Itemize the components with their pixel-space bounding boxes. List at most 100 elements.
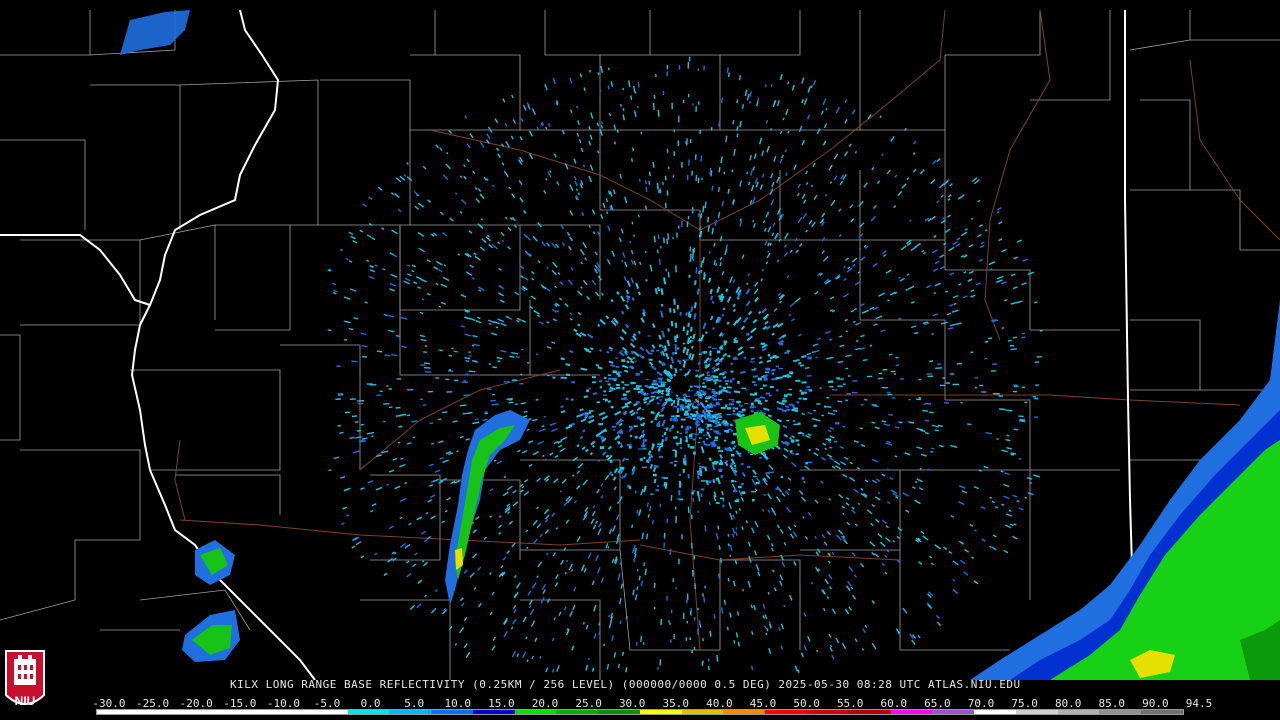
radar-echo-speck <box>619 620 622 625</box>
reflectivity-scale-labels: -30.0 -25.0 -20.0 -15.0 -10.0 -5.0 0.0 5.0 10.0 1… <box>92 697 1212 710</box>
radar-echo-core <box>642 439 648 442</box>
radar-echo-speck <box>465 360 470 362</box>
radar-echo-speck <box>729 423 733 427</box>
radar-echo-core <box>717 446 721 450</box>
radar-echo-core <box>833 440 837 443</box>
radar-echo-core <box>609 386 613 388</box>
radar-echo-core <box>685 416 691 418</box>
radar-echo-speck <box>669 427 672 432</box>
radar-echo-speck <box>697 475 700 480</box>
radar-echo-core <box>722 504 725 508</box>
radar-echo-speck <box>626 300 629 303</box>
radar-echo-speck <box>617 663 620 669</box>
radar-echo-speck <box>767 414 772 418</box>
radar-echo-core <box>680 418 686 421</box>
radar-echo-speck <box>732 119 735 125</box>
radar-echo-core <box>716 403 720 406</box>
radar-echo-core <box>635 373 640 376</box>
radar-echo-speck <box>610 348 614 352</box>
radar-echo-speck <box>732 308 736 313</box>
radar-echo-speck <box>579 435 584 440</box>
radar-echo-core <box>733 480 736 482</box>
radar-echo-core <box>757 377 762 381</box>
radar-echo-core <box>713 463 717 465</box>
radar-echo-core <box>801 476 805 480</box>
radar-echo-speck <box>898 317 902 320</box>
radar-echo-core <box>623 393 627 396</box>
radar-echo-core <box>702 385 707 388</box>
radar-echo-core <box>715 417 718 420</box>
radar-echo-speck <box>607 85 610 90</box>
radar-echo-speck <box>705 426 710 431</box>
radar-echo-speck <box>549 170 552 173</box>
radar-echo-speck <box>340 248 343 252</box>
radar-echo-core <box>726 430 730 433</box>
radar-echo-speck <box>718 545 721 550</box>
radar-echo-core <box>698 353 702 355</box>
radar-echo-speck <box>566 559 569 563</box>
radar-echo-speck <box>640 370 644 374</box>
radar-echo-core <box>603 390 607 393</box>
radar-echo-core <box>707 415 710 417</box>
radar-echo-speck <box>746 282 749 286</box>
radar-echo-speck <box>721 97 724 104</box>
radar-echo-speck <box>690 306 694 312</box>
radar-echo-core <box>761 376 764 378</box>
radar-echo-core <box>792 420 796 423</box>
radar-echo-core <box>754 392 758 396</box>
radar-echo-speck <box>730 370 734 373</box>
radar-echo-speck <box>400 457 404 460</box>
radar-echo-speck <box>674 344 678 351</box>
radar-echo-speck <box>610 298 614 303</box>
radar-echo-core <box>693 451 696 455</box>
radar-echo-speck <box>606 350 610 354</box>
radar-echo-core <box>710 405 714 409</box>
radar-echo-core <box>689 336 692 339</box>
radar-echo-speck <box>721 313 725 317</box>
radar-echo-core <box>795 453 799 455</box>
radar-echo-speck <box>636 586 639 591</box>
radar-echo-core <box>669 398 673 402</box>
radar-echo-core <box>737 452 741 455</box>
radar-echo-speck <box>666 339 670 347</box>
radar-echo-speck <box>633 403 638 407</box>
radar-echo-core <box>598 435 603 437</box>
radar-echo-speck <box>645 186 648 192</box>
radar-echo-speck <box>873 405 879 408</box>
radar-echo-speck <box>362 355 367 358</box>
radar-echo-core <box>752 498 755 502</box>
radar-echo-speck <box>704 331 708 335</box>
radar-echo-speck <box>566 628 569 631</box>
radar-echo-speck <box>456 450 459 453</box>
radar-echo-speck <box>508 401 514 404</box>
radar-echo-speck <box>978 469 982 472</box>
radar-echo-speck <box>924 402 932 405</box>
radar-echo-core <box>703 362 707 364</box>
radar-echo-speck <box>825 107 828 111</box>
radar-echo-speck <box>654 287 658 295</box>
radar-echo-core <box>733 340 738 343</box>
radar-echo-speck <box>702 205 705 213</box>
colorbar-segment <box>264 710 306 714</box>
radar-echo-speck <box>589 452 593 456</box>
radar-echo-speck <box>736 133 739 138</box>
radar-echo-speck <box>650 455 654 458</box>
radar-echo-speck <box>729 554 732 557</box>
radar-echo-speck <box>686 330 689 336</box>
radar-echo-core <box>693 394 698 396</box>
radar-echo-core <box>665 390 671 393</box>
radar-echo-speck <box>630 95 633 100</box>
radar-echo-core <box>735 407 738 410</box>
radar-echo-speck <box>582 429 586 433</box>
radar-echo-speck <box>466 411 473 415</box>
radar-echo-core <box>613 377 617 380</box>
radar-echo-speck <box>726 67 729 73</box>
radar-echo-speck <box>707 216 710 223</box>
colorbar-segment <box>639 710 682 714</box>
radar-echo-core <box>713 375 719 379</box>
radar-echo-speck <box>495 326 499 329</box>
radar-echo-speck <box>649 463 654 469</box>
radar-echo-speck <box>894 426 900 429</box>
radar-echo-core <box>784 351 789 354</box>
radar-echo-speck <box>732 303 736 308</box>
